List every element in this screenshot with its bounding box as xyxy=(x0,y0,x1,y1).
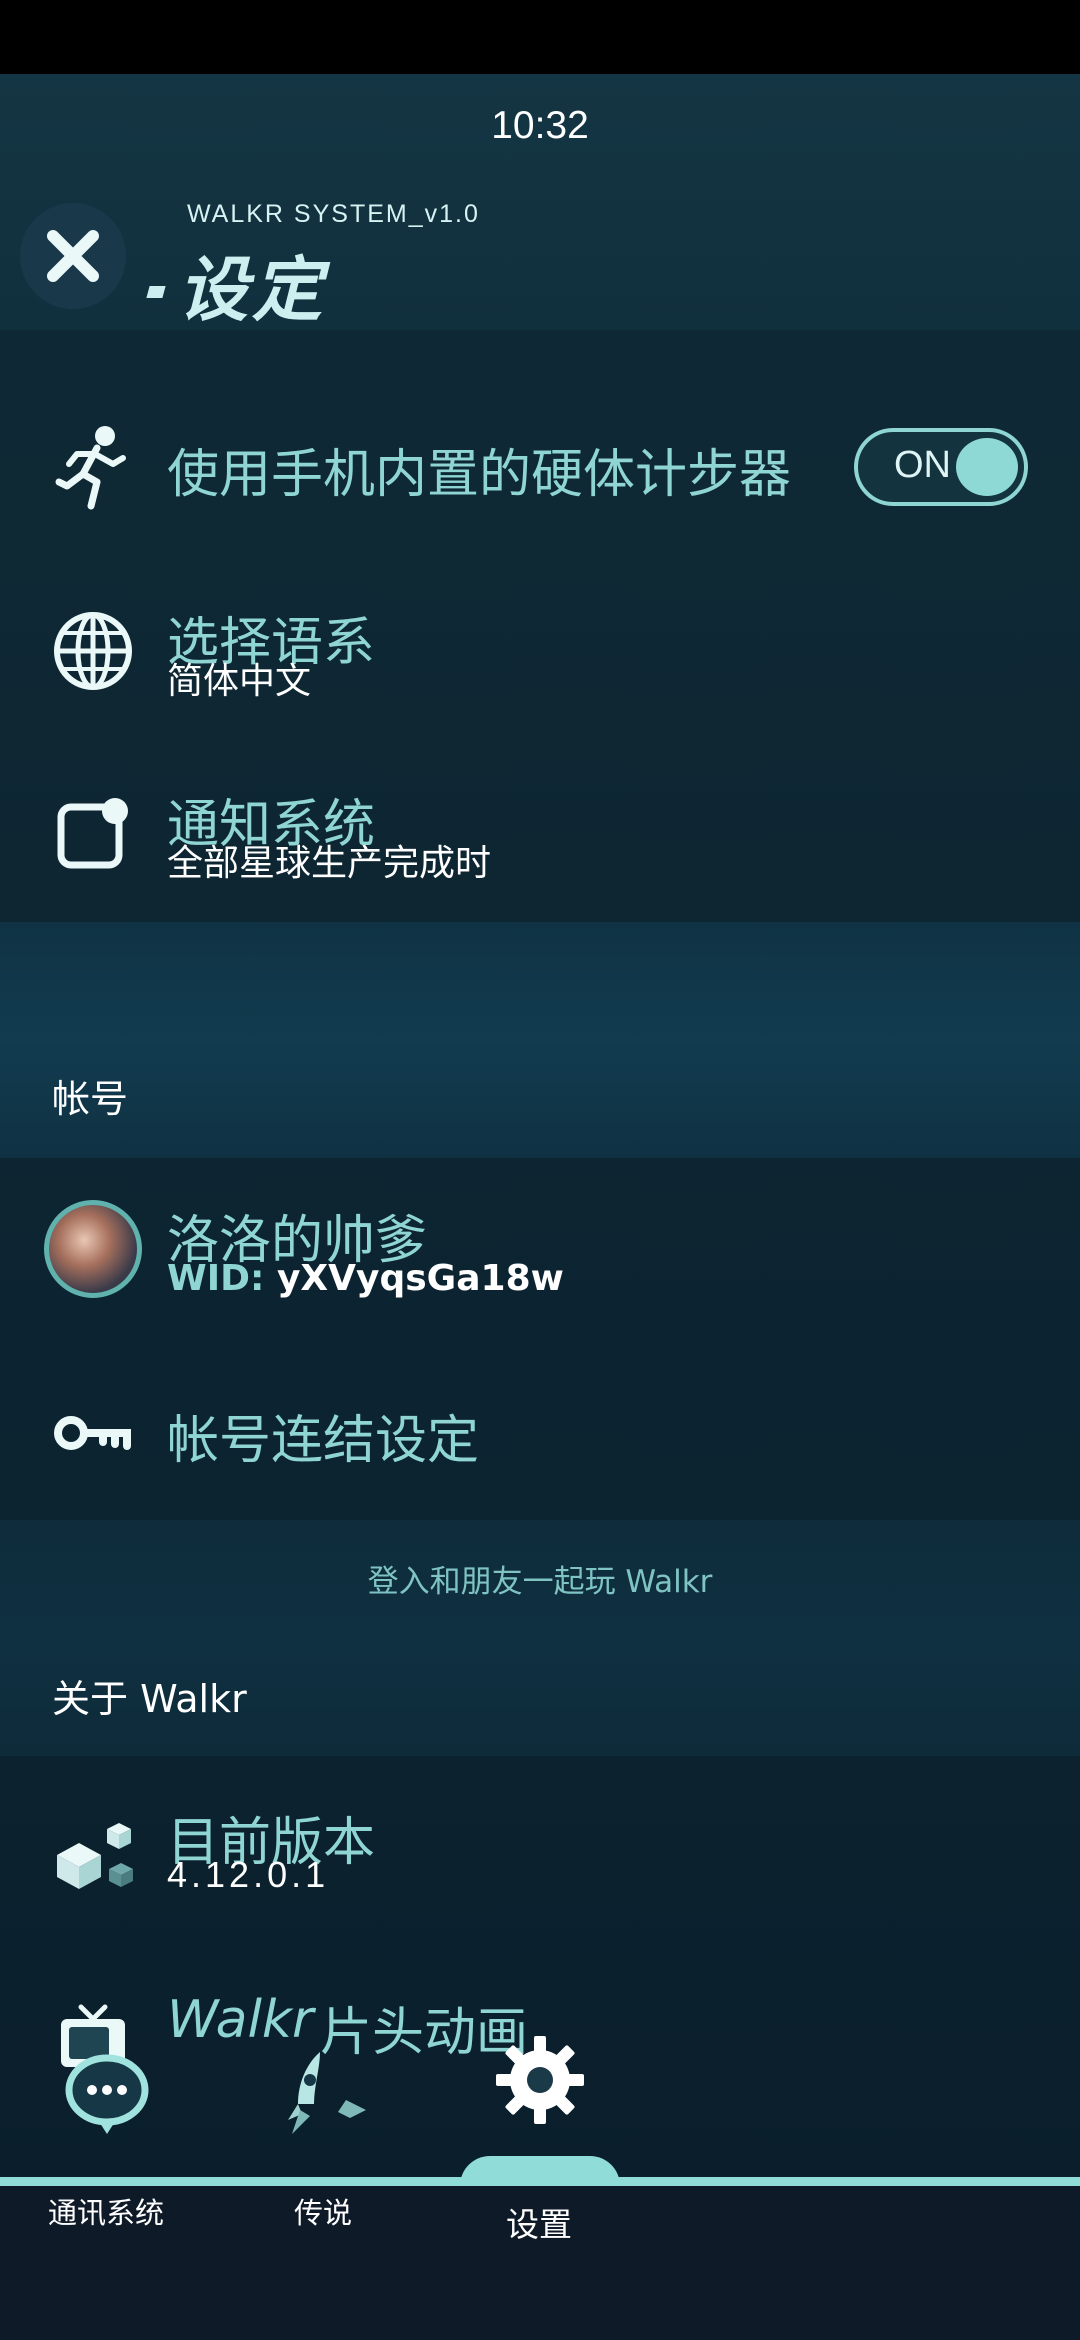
nav-top-line xyxy=(0,2177,1080,2186)
cubes-icon xyxy=(50,1812,136,1898)
rocket-icon xyxy=(288,2052,366,2134)
nav-comms[interactable] xyxy=(62,2050,152,2140)
version-row: 目前版本 4.12.0.1 xyxy=(0,1800,1080,1910)
chat-bubble-icon xyxy=(65,2054,149,2134)
notification-icon xyxy=(50,792,136,878)
nav-settings-label: 设置 xyxy=(506,2205,572,2244)
language-row[interactable]: 选择语系 简体中文 xyxy=(0,600,1080,710)
close-icon xyxy=(47,230,99,282)
status-time: 10:32 xyxy=(491,104,589,147)
wid-prefix: WID: xyxy=(167,1258,265,1299)
account-section-band xyxy=(0,922,1080,1158)
about-section-label: 关于 Walkr xyxy=(52,1677,247,1721)
avatar xyxy=(44,1200,142,1298)
pedometer-toggle[interactable]: ON xyxy=(854,428,1028,506)
system-label: WALKR SYSTEM_v1.0 xyxy=(187,200,480,228)
gear-icon xyxy=(496,2036,584,2124)
nav-settings[interactable] xyxy=(494,2034,586,2126)
toggle-label: ON xyxy=(894,444,951,486)
notification-row[interactable]: 通知系统 全部星球生产完成时 xyxy=(0,782,1080,892)
pedometer-label: 使用手机内置的硬体计步器 xyxy=(167,445,792,505)
notification-value: 全部星球生产完成时 xyxy=(167,843,492,884)
settings-screen: 10:32 WALKR SYSTEM_v1.0 设定 使用手机内置的硬体计步器 … xyxy=(0,0,1080,2340)
account-section-label: 帐号 xyxy=(52,1077,129,1121)
status-bar xyxy=(0,0,1080,74)
wid-value: yXVyqsGa18w xyxy=(276,1258,564,1299)
language-value: 简体中文 xyxy=(167,661,312,702)
nav-legend-label: 传说 xyxy=(294,2196,353,2230)
page-title: 设定 xyxy=(178,249,326,331)
wid-line: WID: yXVyqsGa18w xyxy=(167,1258,564,1299)
login-hint: 登入和朋友一起玩 Walkr xyxy=(367,1564,713,1600)
nav-legend[interactable] xyxy=(276,2046,376,2136)
globe-icon xyxy=(50,608,136,694)
key-icon xyxy=(50,1390,136,1476)
toggle-knob xyxy=(956,438,1018,496)
close-button[interactable] xyxy=(20,203,126,309)
account-link-label: 帐号连结设定 xyxy=(167,1411,480,1471)
running-man-icon xyxy=(50,424,136,510)
account-link-row[interactable]: 帐号连结设定 xyxy=(0,1390,1080,1471)
intro-brand: Walkr xyxy=(167,1990,314,2050)
title-dot xyxy=(146,286,166,298)
nav-comms-label: 通讯系统 xyxy=(48,2196,165,2230)
version-value: 4.12.0.1 xyxy=(167,1854,330,1895)
